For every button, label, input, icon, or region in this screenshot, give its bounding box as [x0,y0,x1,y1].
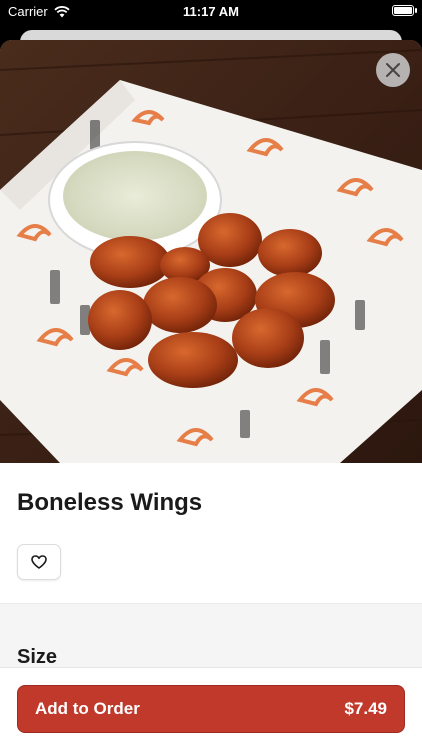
item-photo [0,40,422,463]
heart-icon [31,555,47,569]
close-icon [386,63,400,77]
status-time: 11:17 AM [183,4,239,19]
status-bar: Carrier 11:17 AM [0,0,422,24]
size-section-title: Size [17,646,58,668]
favorite-button[interactable] [17,544,61,580]
item-title: Boneless Wings [17,489,203,516]
options-section [0,603,422,674]
add-to-order-label: Add to Order [35,699,140,718]
close-button[interactable] [376,53,410,87]
add-to-order-button[interactable]: Add to Order $7.49 [17,685,405,733]
price-label: $7.49 [344,699,387,718]
boneless-wings-photo [0,40,422,463]
order-footer: Add to Order $7.49 [0,667,422,750]
item-detail-sheet: Boneless Wings Size Add to Order $7.49 [0,40,422,750]
battery-icon [392,5,417,16]
